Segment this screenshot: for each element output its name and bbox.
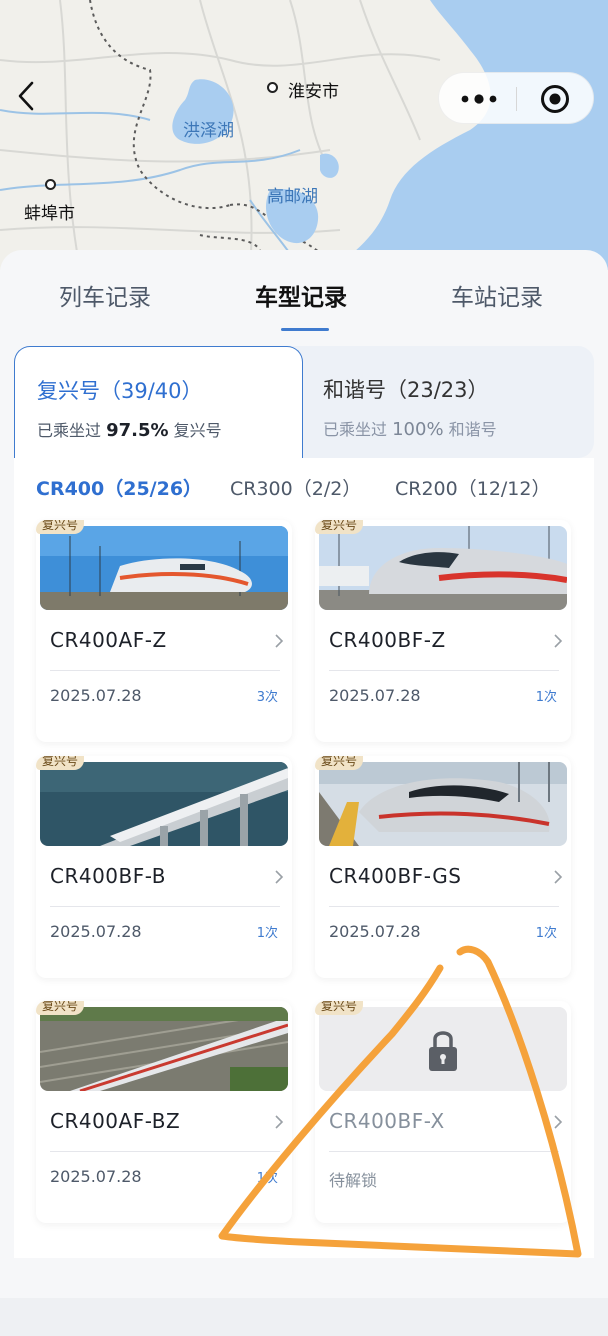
fuxing-badge: 复兴号 bbox=[315, 520, 364, 534]
group-title: 复兴号（39/40） bbox=[37, 379, 203, 403]
train-photo bbox=[40, 1007, 288, 1091]
ride-date: 2025.07.28 bbox=[50, 922, 142, 941]
chevron-right-icon bbox=[275, 1115, 284, 1129]
train-photo bbox=[319, 526, 567, 610]
group-sub-prefix: 已乘坐过 bbox=[37, 421, 102, 440]
fuxing-badge: 复兴号 bbox=[36, 1001, 85, 1015]
bottom-safe-area bbox=[0, 1298, 608, 1336]
capsule-divider bbox=[516, 87, 517, 111]
close-button[interactable] bbox=[539, 83, 571, 115]
city-label-huaian: 淮安市 bbox=[288, 82, 339, 102]
group-card-hexie[interactable]: 和谐号（23/23） 已乘坐过 100% 和谐号 bbox=[303, 346, 594, 458]
series-tab-cr200[interactable]: CR200（12/12） bbox=[395, 474, 551, 501]
map-background: 淮安市 蚌埠市 洪泽湖 高邮湖 bbox=[0, 0, 608, 270]
group-percent: 100% bbox=[392, 419, 444, 440]
model-name: CR400BF-B bbox=[50, 864, 166, 888]
city-label-bengbu: 蚌埠市 bbox=[24, 204, 75, 224]
more-button[interactable] bbox=[459, 91, 499, 107]
fuxing-badge: 复兴号 bbox=[315, 1001, 364, 1015]
chevron-right-icon bbox=[275, 870, 284, 884]
city-dot-bengbu bbox=[45, 179, 56, 190]
tab-station-records[interactable]: 车站记录 bbox=[451, 278, 543, 312]
lake-label-hongze: 洪泽湖 bbox=[183, 121, 234, 141]
chevron-right-icon bbox=[554, 1115, 563, 1129]
card-divider bbox=[329, 906, 559, 907]
model-name: CR400BF-Z bbox=[329, 628, 446, 652]
lake-label-gaoyou: 高邮湖 bbox=[267, 187, 318, 207]
model-card[interactable]: 复兴号 CR400AF-BZ 2025.07.28 1次 bbox=[36, 1001, 292, 1223]
train-photo bbox=[40, 526, 288, 610]
card-divider bbox=[50, 1151, 280, 1152]
group-sub-prefix: 已乘坐过 bbox=[323, 420, 388, 439]
card-divider bbox=[329, 1151, 559, 1152]
ride-date: 2025.07.28 bbox=[329, 922, 421, 941]
ride-date: 2025.07.28 bbox=[50, 686, 142, 705]
model-name: CR400AF-BZ bbox=[50, 1109, 181, 1133]
group-title: 和谐号（23/23） bbox=[323, 378, 489, 402]
chevron-right-icon bbox=[275, 634, 284, 648]
locked-photo-placeholder bbox=[319, 1007, 567, 1091]
record-tabs: 列车记录 车型记录 车站记录 bbox=[0, 270, 608, 320]
city-dot-huaian bbox=[267, 82, 278, 93]
ride-count: 1次 bbox=[535, 926, 557, 941]
group-subtitle: 已乘坐过 97.5% 复兴号 bbox=[37, 417, 302, 441]
series-tab-cr400[interactable]: CR400（25/26） bbox=[36, 474, 202, 501]
chevron-right-icon bbox=[554, 634, 563, 648]
ride-count: 1次 bbox=[256, 1171, 278, 1186]
ride-count: 3次 bbox=[256, 690, 278, 705]
mini-program-capsule bbox=[438, 72, 594, 124]
group-sub-suffix: 复兴号 bbox=[173, 421, 222, 440]
series-tab-cr300[interactable]: CR300（2/2） bbox=[230, 474, 361, 501]
model-name: CR400BF-X bbox=[329, 1109, 445, 1133]
card-divider bbox=[329, 670, 559, 671]
unlock-status: 待解锁 bbox=[329, 1171, 378, 1190]
card-divider bbox=[50, 670, 280, 671]
ride-count: 1次 bbox=[256, 926, 278, 941]
model-card[interactable]: 复兴号 CR400BF-GS 2025.07.28 1次 bbox=[315, 756, 571, 978]
lock-icon bbox=[429, 1031, 457, 1071]
ride-date: 2025.07.28 bbox=[50, 1167, 142, 1186]
group-card-fuxing[interactable]: 复兴号（39/40） 已乘坐过 97.5% 复兴号 bbox=[14, 346, 303, 458]
model-card[interactable]: 复兴号 CR400AF-Z 2025.07.28 3次 bbox=[36, 520, 292, 742]
model-card[interactable]: 复兴号 CR400BF-Z 2025.07.28 1次 bbox=[315, 520, 571, 742]
tab-model-records[interactable]: 车型记录 bbox=[255, 278, 347, 312]
train-photo bbox=[40, 762, 288, 846]
tab-train-records[interactable]: 列车记录 bbox=[59, 278, 151, 312]
chevron-right-icon bbox=[554, 870, 563, 884]
map-graphic bbox=[0, 0, 608, 270]
back-button[interactable] bbox=[12, 78, 42, 114]
card-divider bbox=[50, 906, 280, 907]
group-percent: 97.5% bbox=[106, 420, 169, 441]
group-sub-suffix: 和谐号 bbox=[448, 420, 497, 439]
fuxing-badge: 复兴号 bbox=[315, 756, 364, 770]
ride-count: 1次 bbox=[535, 690, 557, 705]
model-name: CR400BF-GS bbox=[329, 864, 462, 888]
tab-active-indicator bbox=[281, 328, 329, 331]
ride-date: 2025.07.28 bbox=[329, 686, 421, 705]
fuxing-badge: 复兴号 bbox=[36, 520, 85, 534]
train-photo bbox=[319, 762, 567, 846]
model-name: CR400AF-Z bbox=[50, 628, 167, 652]
target-icon bbox=[541, 85, 569, 113]
group-subtitle: 已乘坐过 100% 和谐号 bbox=[323, 416, 594, 440]
chevron-left-icon bbox=[18, 81, 34, 111]
fuxing-badge: 复兴号 bbox=[36, 756, 85, 770]
more-dots-icon bbox=[461, 94, 497, 104]
model-card-locked[interactable]: 复兴号 CR400BF-X 待解锁 bbox=[315, 1001, 571, 1223]
model-card[interactable]: 复兴号 CR400BF-B 2025.07.28 1次 bbox=[36, 756, 292, 978]
